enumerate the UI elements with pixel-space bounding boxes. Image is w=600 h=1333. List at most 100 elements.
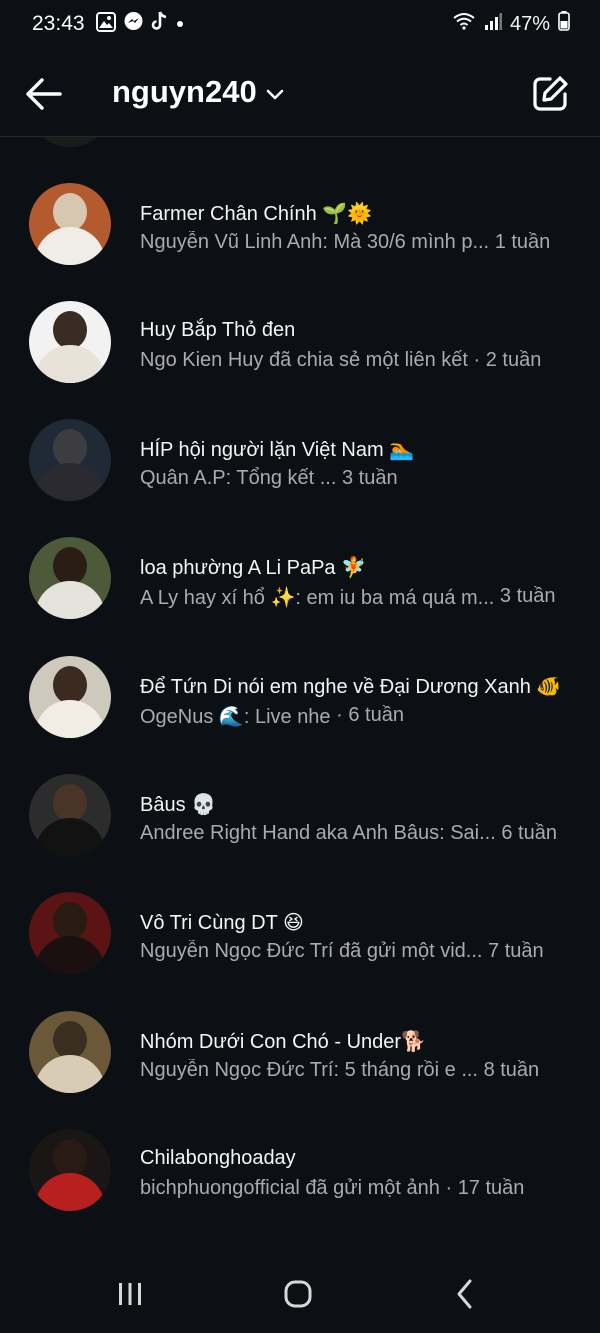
conversation-row[interactable]: Bâus 💀 Andree Right Hand aka Anh Bâus: Sa… bbox=[0, 758, 600, 876]
conversation-row[interactable]: Xuân Trường: 🤡 · 1 tuần bbox=[0, 137, 600, 167]
account-switcher[interactable]: nguyn240 bbox=[112, 74, 285, 110]
back-arrow-icon[interactable] bbox=[24, 76, 64, 112]
conversation-row[interactable]: HÍP hội người lặn Việt Nam 🏊 Quân A.P: Tổ… bbox=[0, 403, 600, 521]
avatar-head bbox=[53, 311, 87, 349]
avatar[interactable] bbox=[29, 183, 111, 265]
separator: · bbox=[467, 349, 486, 371]
avatar-head bbox=[53, 193, 87, 231]
home-icon[interactable] bbox=[278, 1277, 318, 1311]
avatar-head bbox=[53, 429, 87, 467]
tiktok-icon bbox=[151, 11, 169, 37]
inbox-header: nguyn240 bbox=[0, 50, 600, 137]
messenger-icon bbox=[123, 11, 144, 37]
avatar[interactable] bbox=[29, 656, 111, 738]
conversation-row[interactable]: Nhóm Dưới Con Chó - Under🐕 Nguyễn Ngọc Đứ… bbox=[0, 995, 600, 1113]
notification-icons bbox=[96, 11, 184, 37]
conversation-preview: A Ly hay xí hổ ✨: em iu ba má quá m... 3… bbox=[140, 585, 580, 610]
conversation-name: HÍP hội người lặn Việt Nam 🏊 bbox=[140, 439, 415, 461]
system-nav-bar bbox=[0, 1255, 600, 1333]
conversation-name: Để Tứn Di nói em nghe về Đại Dương Xanh … bbox=[140, 676, 562, 698]
avatar[interactable] bbox=[29, 1011, 111, 1093]
avatar-head bbox=[53, 1021, 87, 1059]
status-right: 47% bbox=[452, 11, 570, 37]
last-message: Ngo Kien Huy đã chia sẻ một liên kết bbox=[140, 349, 468, 371]
conversation-row[interactable]: loa phường A Li PaPa 🧚 A Ly hay xí hổ ✨: … bbox=[0, 521, 600, 639]
avatar[interactable] bbox=[29, 1129, 111, 1211]
separator: · bbox=[330, 704, 349, 726]
dot-icon bbox=[176, 15, 184, 33]
last-message: A Ly hay xí hổ ✨: em iu ba má quá m... bbox=[140, 587, 495, 609]
timestamp: 3 tuần bbox=[499, 585, 556, 607]
timestamp: 1 tuần bbox=[494, 231, 551, 253]
avatar[interactable] bbox=[29, 419, 111, 501]
account-username: nguyn240 bbox=[112, 74, 257, 109]
conversation-preview: Andree Right Hand aka Anh Bâus: Sai... 6… bbox=[140, 822, 580, 845]
chevron-down-icon bbox=[265, 74, 285, 110]
avatar[interactable] bbox=[29, 137, 111, 147]
conversation-row[interactable]: Chilabonghoaday bichphuongofficial đã gửi… bbox=[0, 1113, 600, 1231]
conversation-row[interactable]: Vô Tri Cùng DT 😆 Nguyễn Ngọc Đức Trí đã g… bbox=[0, 876, 600, 994]
conversation-name: Farmer Chân Chính 🌱🌞 bbox=[140, 203, 373, 225]
avatar-body bbox=[35, 463, 105, 501]
avatar-body bbox=[35, 1173, 105, 1211]
battery-icon bbox=[558, 11, 570, 37]
avatar[interactable] bbox=[29, 774, 111, 856]
separator: · bbox=[295, 137, 313, 138]
conversation-preview: Nguyễn Ngọc Đức Trí đã gửi một vid... 7 … bbox=[140, 940, 580, 963]
recents-icon[interactable] bbox=[110, 1277, 150, 1311]
avatar[interactable] bbox=[29, 301, 111, 383]
timestamp: 6 tuần bbox=[348, 704, 404, 726]
battery-text: 47% bbox=[509, 12, 550, 35]
conversation-name: Huy Bắp Thỏ đen bbox=[140, 319, 296, 341]
signal-icon bbox=[484, 12, 502, 36]
avatar[interactable] bbox=[29, 892, 111, 974]
last-message: Nguyễn Ngọc Đức Trí: 5 tháng rồi e ... bbox=[140, 1059, 478, 1081]
conversation-preview: OgeNus 🌊: Live nhe · 6 tuần bbox=[140, 704, 580, 729]
status-bar: 23:43 47% bbox=[0, 0, 600, 50]
back-chevron-icon[interactable] bbox=[446, 1277, 486, 1311]
avatar-body bbox=[35, 818, 105, 856]
last-message: Andree Right Hand aka Anh Bâus: Sai... bbox=[140, 822, 496, 844]
avatar-head bbox=[53, 902, 87, 940]
avatar-body bbox=[35, 137, 105, 147]
conversation-row[interactable]: Farmer Chân Chính 🌱🌞 Nguyễn Vũ Linh Anh: … bbox=[0, 167, 600, 285]
conversation-row[interactable]: Để Tứn Di nói em nghe về Đại Dương Xanh … bbox=[0, 640, 600, 758]
last-message: Quân A.P: Tổng kết ... bbox=[140, 467, 337, 489]
conversation-preview: Xuân Trường: 🤡 · 1 tuần bbox=[140, 137, 580, 138]
conversation-preview: Nguyễn Ngọc Đức Trí: 5 tháng rồi e ... 8… bbox=[140, 1059, 580, 1082]
avatar-head bbox=[53, 547, 87, 585]
conversation-name: Vô Tri Cùng DT 😆 bbox=[140, 912, 304, 934]
wifi-icon bbox=[452, 11, 476, 37]
timestamp: 7 tuần bbox=[488, 940, 544, 962]
avatar-body bbox=[35, 700, 105, 738]
status-time: 23:43 bbox=[32, 12, 85, 35]
last-message: bichphuongofficial đã gửi một ảnh bbox=[140, 1177, 440, 1199]
compose-icon[interactable] bbox=[530, 74, 570, 114]
last-message: Nguyễn Ngọc Đức Trí đã gửi một vid... bbox=[140, 940, 483, 962]
avatar-head bbox=[53, 1139, 87, 1177]
timestamp: 8 tuần bbox=[483, 1059, 540, 1081]
avatar-head bbox=[53, 666, 87, 704]
separator: · bbox=[439, 1177, 458, 1199]
timestamp: 2 tuần bbox=[485, 349, 542, 371]
avatar-head bbox=[53, 784, 87, 822]
conversation-preview: Quân A.P: Tổng kết ... 3 tuần bbox=[140, 467, 580, 490]
conversation-name: Nhóm Dưới Con Chó - Under🐕 bbox=[140, 1031, 426, 1053]
avatar[interactable] bbox=[29, 537, 111, 619]
conversation-preview: Ngo Kien Huy đã chia sẻ một liên kết · 2… bbox=[140, 349, 580, 372]
last-message: Xuân Trường: 🤡 bbox=[140, 137, 295, 138]
conversation-list[interactable]: Xuân Trường: 🤡 · 1 tuầnFarmer Chân Chính… bbox=[0, 137, 600, 1255]
conversation-name: Chilabonghoaday bbox=[140, 1147, 296, 1169]
last-message: Nguyễn Vũ Linh Anh: Mà 30/6 mình p... bbox=[140, 231, 490, 253]
avatar-body bbox=[35, 227, 105, 265]
avatar-body bbox=[35, 936, 105, 974]
avatar-body bbox=[35, 345, 105, 383]
conversation-row[interactable]: Huy Bắp Thỏ đen Ngo Kien Huy đã chia sẻ m… bbox=[0, 285, 600, 403]
conversation-preview: Nguyễn Vũ Linh Anh: Mà 30/6 mình p... 1 … bbox=[140, 231, 580, 254]
avatar-body bbox=[35, 581, 105, 619]
avatar-body bbox=[35, 1055, 105, 1093]
gallery-icon bbox=[96, 11, 116, 37]
conversation-preview: bichphuongofficial đã gửi một ảnh · 17 t… bbox=[140, 1177, 580, 1200]
timestamp: 17 tuần bbox=[457, 1177, 525, 1199]
conversation-name: Bâus 💀 bbox=[140, 794, 217, 816]
